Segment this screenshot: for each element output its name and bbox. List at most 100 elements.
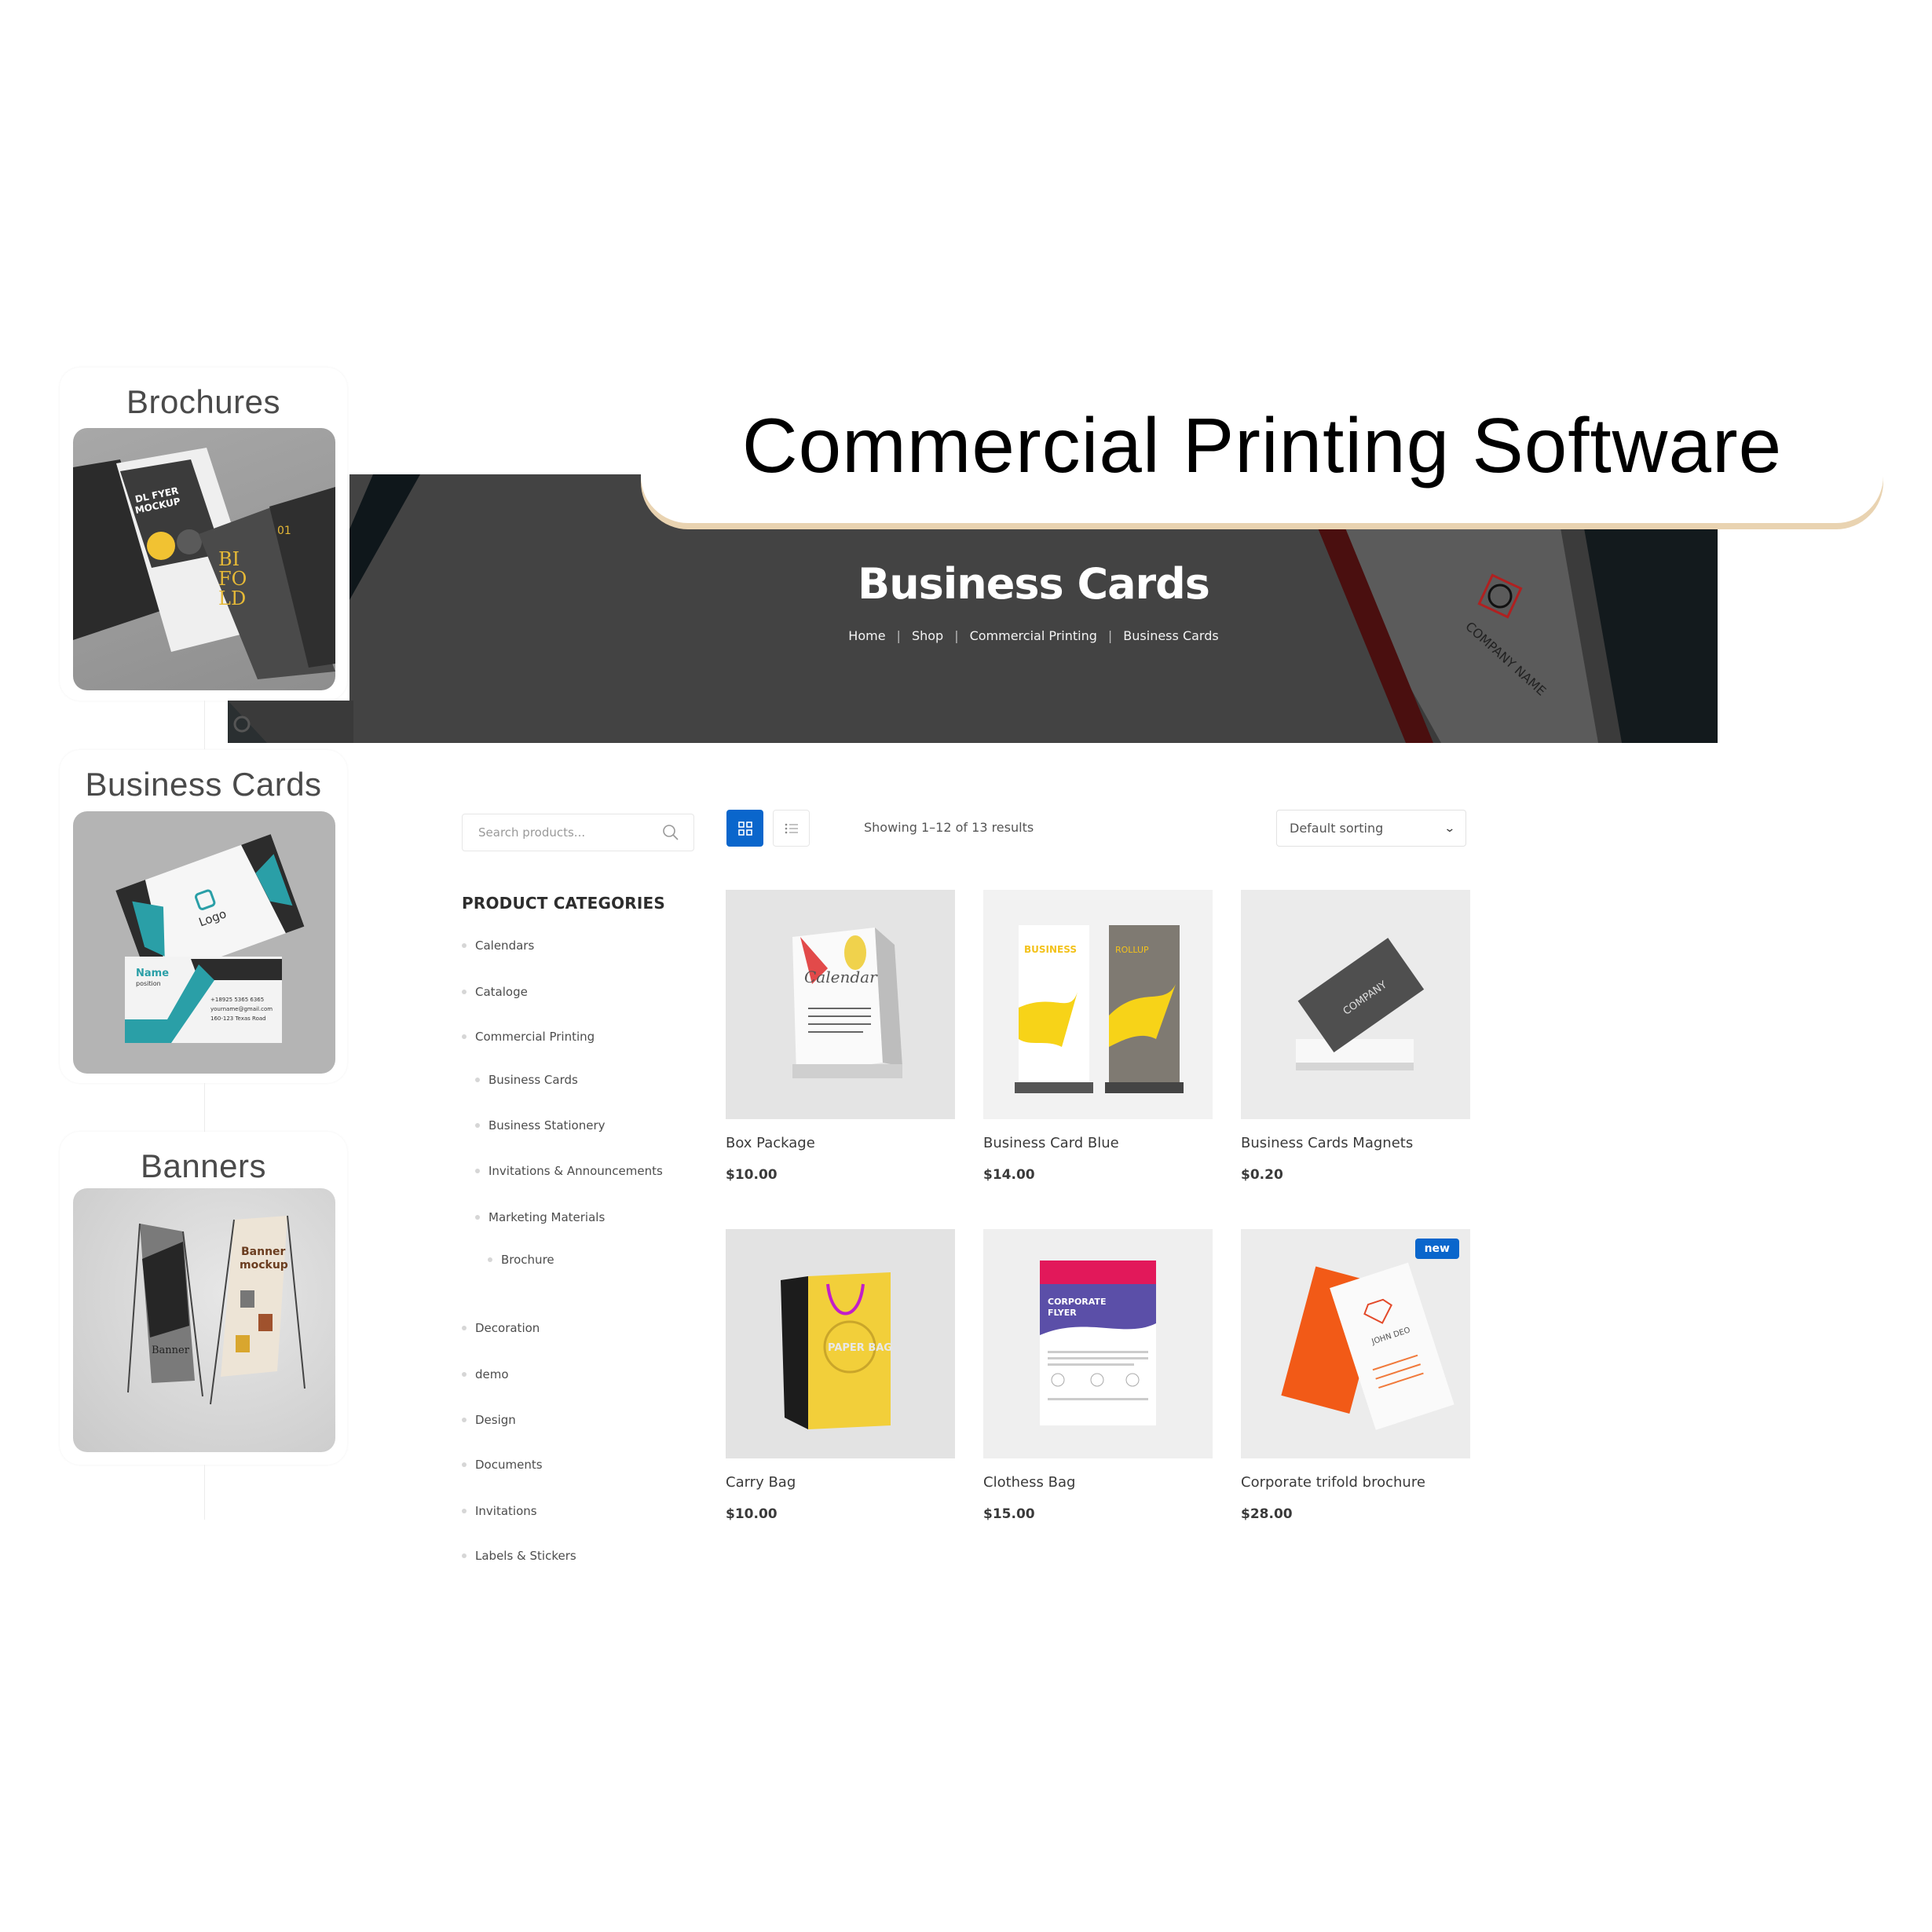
svg-text:+18925 5365 6365: +18925 5365 6365 bbox=[210, 997, 264, 1003]
category-item[interactable]: Calendars bbox=[462, 939, 534, 953]
business-card-mockup-image: Logo Name position +18925 5365 6365 your… bbox=[73, 811, 335, 1074]
breadcrumb-separator: | bbox=[1107, 628, 1113, 643]
showcase-brochures: Brochures DL FYER MOCKUP BI FO LD 01 bbox=[60, 368, 347, 701]
product-image[interactable]: PAPER BAG bbox=[726, 1229, 955, 1458]
showcase-business-cards: Business Cards Logo Name position +18925… bbox=[60, 750, 347, 1083]
category-item[interactable]: Documents bbox=[462, 1458, 543, 1472]
breadcrumb-separator: | bbox=[954, 628, 959, 643]
category-label: Cataloge bbox=[475, 985, 528, 999]
bullet-icon bbox=[462, 1509, 467, 1513]
svg-text:160-123 Texas Road: 160-123 Texas Road bbox=[210, 1015, 266, 1022]
product-price: $15.00 bbox=[983, 1506, 1035, 1522]
category-label: Commercial Printing bbox=[475, 1030, 595, 1044]
svg-text:FLYER: FLYER bbox=[1048, 1308, 1077, 1318]
svg-text:Banner: Banner bbox=[152, 1345, 190, 1356]
bullet-icon bbox=[462, 1418, 467, 1422]
bullet-icon bbox=[462, 1462, 467, 1467]
product-name[interactable]: Clothess Bag bbox=[983, 1474, 1213, 1491]
svg-text:FO: FO bbox=[218, 568, 247, 590]
bullet-icon bbox=[462, 990, 467, 994]
product-card[interactable]: CORPORATE FLYER Clothess Bag $15.00 bbox=[983, 1229, 1213, 1522]
divider bbox=[204, 1083, 205, 1132]
svg-text:Calendar: Calendar bbox=[804, 968, 878, 986]
category-label: Marketing Materials bbox=[488, 1210, 606, 1224]
showcase-label: Brochures bbox=[126, 383, 280, 420]
result-count: Showing 1–12 of 13 results bbox=[864, 820, 1034, 835]
product-price: $10.00 bbox=[726, 1167, 778, 1183]
list-view-button[interactable] bbox=[773, 810, 810, 847]
product-image[interactable]: COMPANY bbox=[1241, 890, 1470, 1119]
breadcrumb-current: Business Cards bbox=[1123, 628, 1219, 643]
category-label: Labels & Stickers bbox=[475, 1549, 576, 1563]
category-item[interactable]: Decoration bbox=[462, 1321, 540, 1335]
product-search[interactable] bbox=[462, 814, 694, 851]
product-image[interactable]: JOHN DEO new bbox=[1241, 1229, 1470, 1458]
svg-text:LD: LD bbox=[218, 587, 246, 609]
category-label: Business Cards bbox=[488, 1073, 578, 1087]
page-hero-banner-lower bbox=[228, 701, 353, 743]
search-icon[interactable] bbox=[662, 824, 679, 841]
svg-text:Banner: Banner bbox=[241, 1246, 286, 1258]
category-item[interactable]: Business Stationery bbox=[475, 1118, 606, 1132]
breadcrumb-shop[interactable]: Shop bbox=[912, 628, 943, 643]
breadcrumb-home[interactable]: Home bbox=[848, 628, 885, 643]
product-price: $28.00 bbox=[1241, 1506, 1293, 1522]
divider bbox=[204, 701, 205, 749]
product-card[interactable]: Calendar Box Package $10.00 bbox=[726, 890, 955, 1183]
category-label: demo bbox=[475, 1367, 509, 1381]
category-item[interactable]: Marketing Materials bbox=[475, 1210, 605, 1224]
product-name[interactable]: Carry Bag bbox=[726, 1474, 955, 1491]
product-price: $0.20 bbox=[1241, 1167, 1283, 1183]
breadcrumb-separator: | bbox=[896, 628, 901, 643]
showcase-label: Business Cards bbox=[85, 766, 322, 803]
bullet-icon bbox=[462, 1326, 467, 1330]
product-name[interactable]: Business Card Blue bbox=[983, 1135, 1213, 1151]
category-label: Business Stationery bbox=[488, 1118, 606, 1132]
category-item[interactable]: Design bbox=[462, 1413, 516, 1427]
product-name[interactable]: Business Cards Magnets bbox=[1241, 1135, 1470, 1151]
breadcrumb-commercial-printing[interactable]: Commercial Printing bbox=[970, 628, 1097, 643]
svg-text:PAPER BAG: PAPER BAG bbox=[828, 1342, 892, 1354]
product-card[interactable]: JOHN DEO new Corporate trifold brochure $28… bbox=[1241, 1229, 1470, 1522]
chevron-down-icon: ⌄ bbox=[1444, 821, 1456, 835]
product-card[interactable]: BUSINESS ROLLUP Business Card Blue $14.00 bbox=[983, 890, 1213, 1183]
category-item[interactable]: Commercial Printing bbox=[462, 1030, 595, 1044]
bullet-icon bbox=[475, 1169, 480, 1173]
sort-select[interactable]: Default sorting ⌄ bbox=[1276, 810, 1466, 847]
svg-text:mockup: mockup bbox=[240, 1259, 288, 1272]
category-item[interactable]: Invitations bbox=[462, 1504, 537, 1518]
headline-banner: Commercial Printing Software bbox=[641, 368, 1883, 523]
divider bbox=[204, 1465, 205, 1520]
bullet-icon bbox=[462, 1372, 467, 1377]
product-price: $10.00 bbox=[726, 1506, 778, 1522]
category-item[interactable]: Labels & Stickers bbox=[462, 1549, 576, 1563]
categories-heading: PRODUCT CATEGORIES bbox=[462, 894, 666, 913]
bullet-icon bbox=[462, 1553, 467, 1558]
category-item[interactable]: demo bbox=[462, 1367, 509, 1381]
product-image[interactable]: BUSINESS ROLLUP bbox=[983, 890, 1213, 1119]
product-image[interactable]: CORPORATE FLYER bbox=[983, 1229, 1213, 1458]
brochure-mockup-image: DL FYER MOCKUP BI FO LD 01 bbox=[73, 428, 335, 690]
svg-text:BI: BI bbox=[218, 548, 240, 570]
category-item[interactable]: Brochure bbox=[488, 1253, 554, 1267]
product-name[interactable]: Box Package bbox=[726, 1135, 955, 1151]
product-image[interactable]: Calendar bbox=[726, 890, 955, 1119]
product-card[interactable]: PAPER BAG Carry Bag $10.00 bbox=[726, 1229, 955, 1522]
product-name[interactable]: Corporate trifold brochure bbox=[1241, 1474, 1470, 1491]
search-input[interactable] bbox=[478, 825, 651, 840]
category-label: Calendars bbox=[475, 939, 535, 953]
showcase-banners: Banners Banner Banner mockup bbox=[60, 1132, 347, 1465]
bullet-icon bbox=[462, 1034, 467, 1039]
category-label: Design bbox=[475, 1413, 516, 1427]
category-item[interactable]: Cataloge bbox=[462, 985, 528, 999]
sort-selected-value: Default sorting bbox=[1290, 821, 1384, 836]
bullet-icon bbox=[462, 943, 467, 948]
category-item[interactable]: Invitations & Announcements bbox=[475, 1164, 663, 1178]
breadcrumb: Home | Shop | Commercial Printing | Business C… bbox=[349, 628, 1718, 643]
product-card[interactable]: COMPANY Business Cards Magnets $0.20 bbox=[1241, 890, 1470, 1183]
svg-text:01: 01 bbox=[277, 525, 291, 537]
product-price: $14.00 bbox=[983, 1167, 1035, 1183]
grid-view-button[interactable] bbox=[726, 810, 763, 847]
category-item[interactable]: Business Cards bbox=[475, 1073, 578, 1087]
svg-text:position: position bbox=[136, 980, 161, 987]
